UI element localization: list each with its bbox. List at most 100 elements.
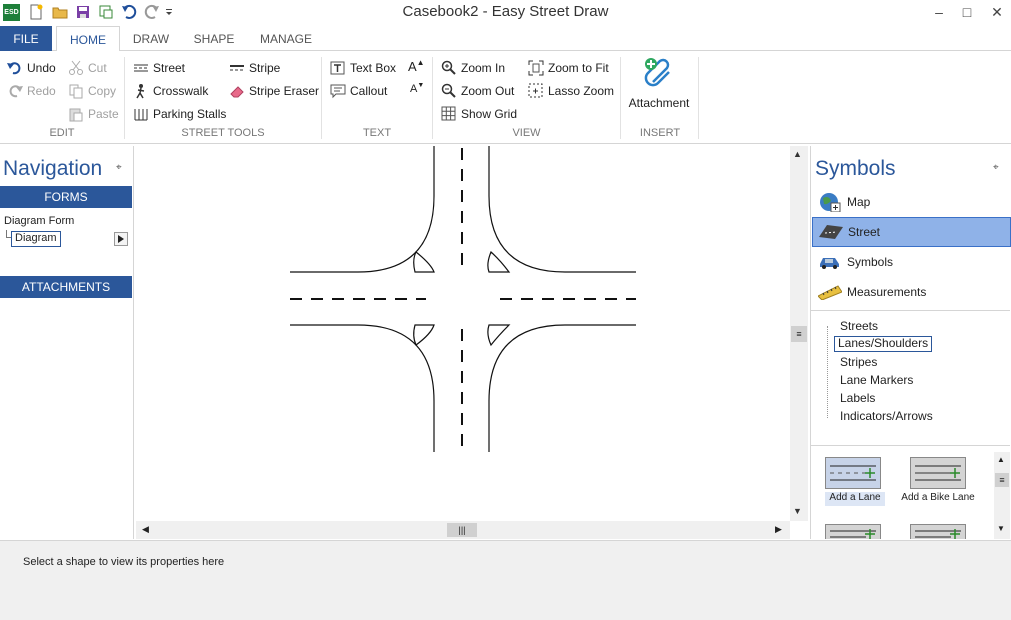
close-icon[interactable]: ✕: [984, 2, 1010, 22]
intersection-drawing[interactable]: [136, 146, 790, 521]
stripe-button[interactable]: Stripe: [229, 59, 280, 77]
horizontal-scrollbar[interactable]: ◀ ||| ▶: [136, 521, 790, 539]
tree-item-indicators-arrows[interactable]: Indicators/Arrows: [838, 408, 935, 424]
group-label-edit: EDIT: [49, 127, 75, 139]
parking-stalls-button[interactable]: Parking Stalls: [133, 105, 226, 123]
shrink-font-label: A: [410, 83, 418, 95]
street-button[interactable]: Street: [133, 59, 185, 77]
category-symbols-label: Symbols: [847, 255, 894, 269]
show-grid-button[interactable]: Show Grid: [441, 105, 517, 123]
eraser-icon: [229, 83, 245, 99]
maximize-icon[interactable]: □: [954, 2, 980, 22]
tab-file[interactable]: FILE: [0, 26, 52, 51]
gallery-scroll-thumb[interactable]: ≡: [995, 473, 1009, 487]
copy-label: Copy: [88, 84, 117, 98]
grid-icon: [441, 106, 457, 122]
zoom-in-label: Zoom In: [461, 61, 506, 75]
scroll-right-icon[interactable]: ▶: [775, 524, 782, 535]
tree-item-labels[interactable]: Labels: [838, 390, 877, 406]
gallery-thumbnail-partial[interactable]: [825, 524, 881, 539]
tree-item-lanes-shoulders[interactable]: Lanes/Shoulders: [834, 336, 933, 352]
caret-down-icon: ▼: [417, 81, 425, 89]
category-map[interactable]: Map: [812, 187, 1011, 217]
category-measurements[interactable]: Measurements: [812, 277, 1011, 307]
zoom-in-button[interactable]: Zoom In: [441, 59, 505, 77]
redo-button[interactable]: Redo: [7, 82, 56, 100]
add-a-lane-label[interactable]: Add a Lane: [825, 492, 885, 506]
window-title: Casebook2 - Easy Street Draw: [402, 3, 609, 20]
redo-label: Redo: [27, 84, 56, 98]
zoom-out-button[interactable]: Zoom Out: [441, 82, 514, 100]
street-icon: [819, 222, 843, 242]
group-label-text: TEXT: [362, 127, 392, 139]
stripe-eraser-button[interactable]: Stripe Eraser: [229, 82, 319, 100]
tree-item-stripes[interactable]: Stripes: [838, 354, 879, 370]
cut-button[interactable]: Cut: [68, 59, 107, 77]
text-box-icon: [330, 60, 346, 76]
drawing-canvas[interactable]: [136, 146, 790, 521]
category-symbols[interactable]: Symbols: [812, 247, 1011, 277]
diagram-form-item[interactable]: Diagram Form: [4, 215, 74, 227]
callout-button[interactable]: Callout: [330, 82, 387, 100]
paste-label: Paste: [88, 107, 119, 121]
car-icon: [818, 252, 842, 272]
tree-item-streets[interactable]: Streets: [838, 318, 880, 334]
stripe-label: Stripe: [249, 61, 281, 75]
forms-header[interactable]: FORMS: [0, 186, 132, 208]
text-box-button[interactable]: Text Box: [330, 59, 396, 77]
zoom-in-icon: [441, 60, 457, 76]
paste-button[interactable]: Paste: [68, 105, 119, 123]
add-a-bike-lane-thumbnail[interactable]: [910, 457, 966, 489]
vertical-scrollbar[interactable]: ▲ ≡ ▼: [790, 146, 808, 521]
diagram-item[interactable]: Diagram: [11, 231, 61, 247]
category-street-label: Street: [848, 225, 881, 239]
category-street[interactable]: Street: [812, 217, 1011, 247]
tree-item-lane-markers[interactable]: Lane Markers: [838, 372, 915, 388]
undo-label: Undo: [27, 61, 56, 75]
ribbon-tabs: FILE HOME DRAW SHAPE MANAGE: [0, 26, 1011, 52]
copy-icon: [68, 83, 84, 99]
group-label-view: VIEW: [512, 127, 541, 139]
gallery-thumbnail-partial[interactable]: [910, 524, 966, 539]
clipboard-icon: [68, 106, 84, 122]
pin-icon[interactable]: ⌖: [116, 162, 122, 173]
scroll-up-icon[interactable]: ▲: [997, 455, 1005, 464]
crosswalk-button[interactable]: Crosswalk: [133, 82, 208, 100]
add-a-lane-thumbnail[interactable]: [825, 457, 881, 489]
zoom-to-fit-button[interactable]: Zoom to Fit: [528, 59, 609, 77]
add-a-bike-lane-label[interactable]: Add a Bike Lane: [899, 492, 977, 503]
gallery-scrollbar[interactable]: ▲ ≡ ▼: [994, 452, 1010, 539]
horizontal-scroll-thumb[interactable]: |||: [447, 523, 477, 537]
zoom-out-icon: [441, 83, 457, 99]
play-arrow-icon[interactable]: [114, 232, 128, 246]
tab-home[interactable]: HOME: [56, 26, 120, 52]
minimize-icon[interactable]: –: [926, 2, 952, 22]
title-bar: ESD Casebook2 - Easy Street Draw – □ ✕: [0, 0, 1011, 26]
group-label-street-tools: STREET TOOLS: [181, 127, 265, 139]
scroll-down-icon[interactable]: ▼: [793, 506, 802, 516]
pin-icon[interactable]: ⌖: [993, 162, 999, 173]
vertical-scroll-thumb[interactable]: ≡: [791, 326, 807, 342]
zoom-out-label: Zoom Out: [461, 84, 515, 98]
divider: [811, 310, 1010, 311]
navigation-title: Navigation: [3, 157, 103, 180]
lasso-zoom-button[interactable]: Lasso Zoom: [528, 82, 614, 100]
divider: [811, 445, 1010, 446]
ribbon: Undo Redo Cut Copy Paste EDIT Street Cro…: [0, 51, 1011, 144]
grow-font-button[interactable]: A ▲: [408, 57, 425, 75]
attachment-button[interactable]: Attachment: [624, 56, 694, 118]
scroll-down-icon[interactable]: ▼: [997, 524, 1005, 533]
scroll-up-icon[interactable]: ▲: [793, 149, 802, 159]
copy-button[interactable]: Copy: [68, 82, 116, 100]
ruler-icon: [818, 282, 842, 302]
street-lines-icon: [133, 60, 149, 76]
tab-shape[interactable]: SHAPE: [188, 26, 240, 51]
scroll-left-icon[interactable]: ◀: [142, 524, 149, 535]
shrink-font-button[interactable]: A ▼: [410, 80, 424, 98]
attachments-header[interactable]: ATTACHMENTS: [0, 276, 132, 298]
zoom-to-fit-icon: [528, 60, 544, 76]
tab-manage[interactable]: MANAGE: [254, 26, 318, 51]
paperclip-icon: [641, 56, 677, 92]
undo-button[interactable]: Undo: [7, 59, 56, 77]
tab-draw[interactable]: DRAW: [128, 26, 174, 51]
